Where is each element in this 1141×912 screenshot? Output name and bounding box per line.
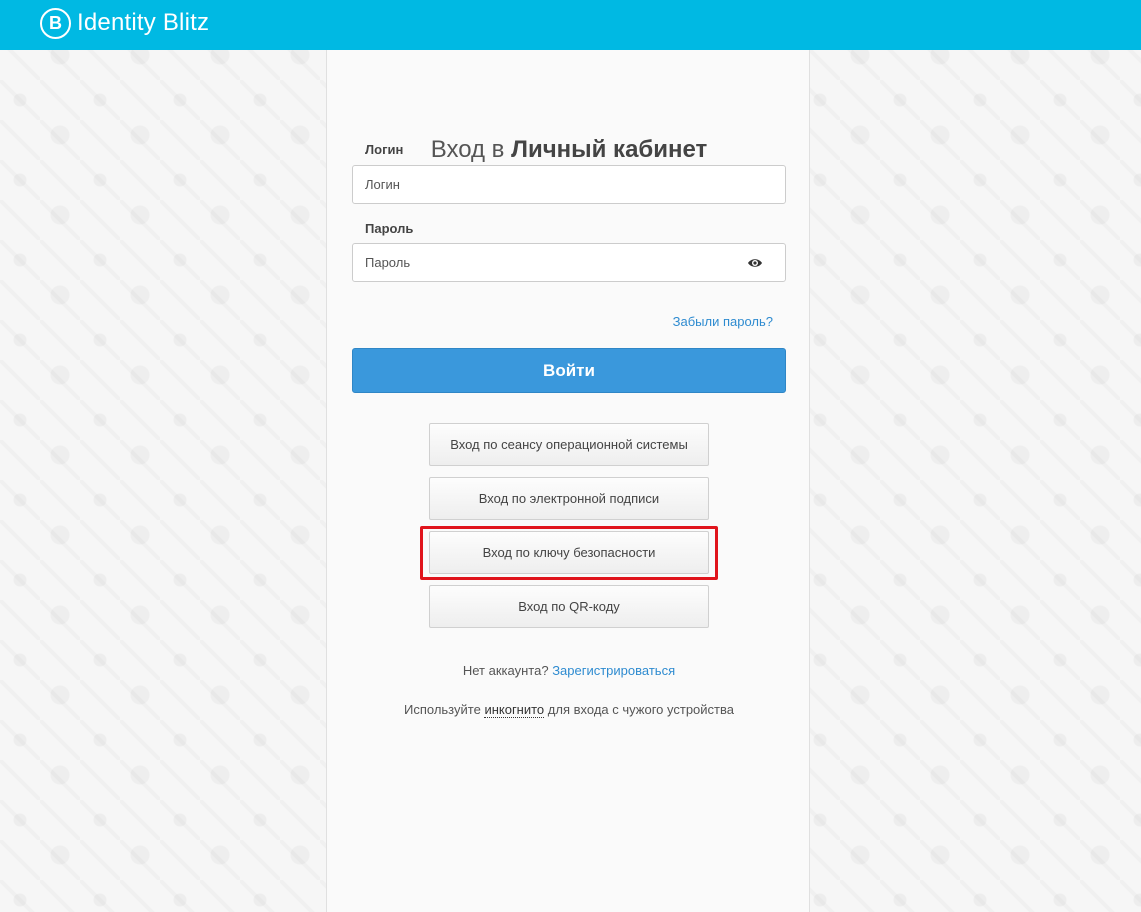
incognito-hint: Используйте инкогнито для входа с чужого…	[327, 702, 811, 718]
no-account-label: Нет аккаунта?	[462, 663, 549, 678]
digital-signature-login-button[interactable]: Вход по электронной подписи	[429, 477, 709, 520]
no-account-text: Нет аккаунта? Зарегистрироваться	[327, 663, 811, 678]
incognito-prefix: Используйте	[404, 702, 481, 717]
login-label: Логин	[365, 142, 404, 157]
incognito-link[interactable]: инкогнито	[484, 702, 545, 718]
password-input[interactable]: Пароль	[352, 243, 786, 282]
show-password-eye-icon[interactable]	[747, 255, 763, 271]
login-placeholder: Логин	[365, 177, 400, 192]
brand-logo-link[interactable]: B Identity Blitz	[40, 7, 209, 39]
title-bold: Личный кабинет	[511, 136, 708, 163]
register-link[interactable]: Зарегистрироваться	[552, 663, 675, 678]
top-bar: B Identity Blitz	[0, 0, 1141, 50]
incognito-suffix: для входа с чужого устройства	[547, 702, 734, 717]
os-session-login-button[interactable]: Вход по сеансу операционной системы	[429, 423, 709, 466]
login-panel: Вход в Личный кабинет Логин Логин Пароль…	[326, 50, 810, 912]
login-input[interactable]: Логин	[352, 165, 786, 204]
forgot-password-link[interactable]: Забыли пароль?	[673, 314, 773, 329]
password-label: Пароль	[365, 221, 414, 236]
brand-logo-icon: B	[40, 7, 71, 39]
title-prefix: Вход в	[430, 136, 505, 163]
brand-name: Identity Blitz	[77, 9, 210, 36]
qr-code-login-button[interactable]: Вход по QR-коду	[429, 585, 709, 628]
password-placeholder: Пароль	[365, 255, 411, 270]
security-key-login-button[interactable]: Вход по ключу безопасности	[429, 531, 709, 574]
login-button[interactable]: Войти	[352, 348, 786, 393]
